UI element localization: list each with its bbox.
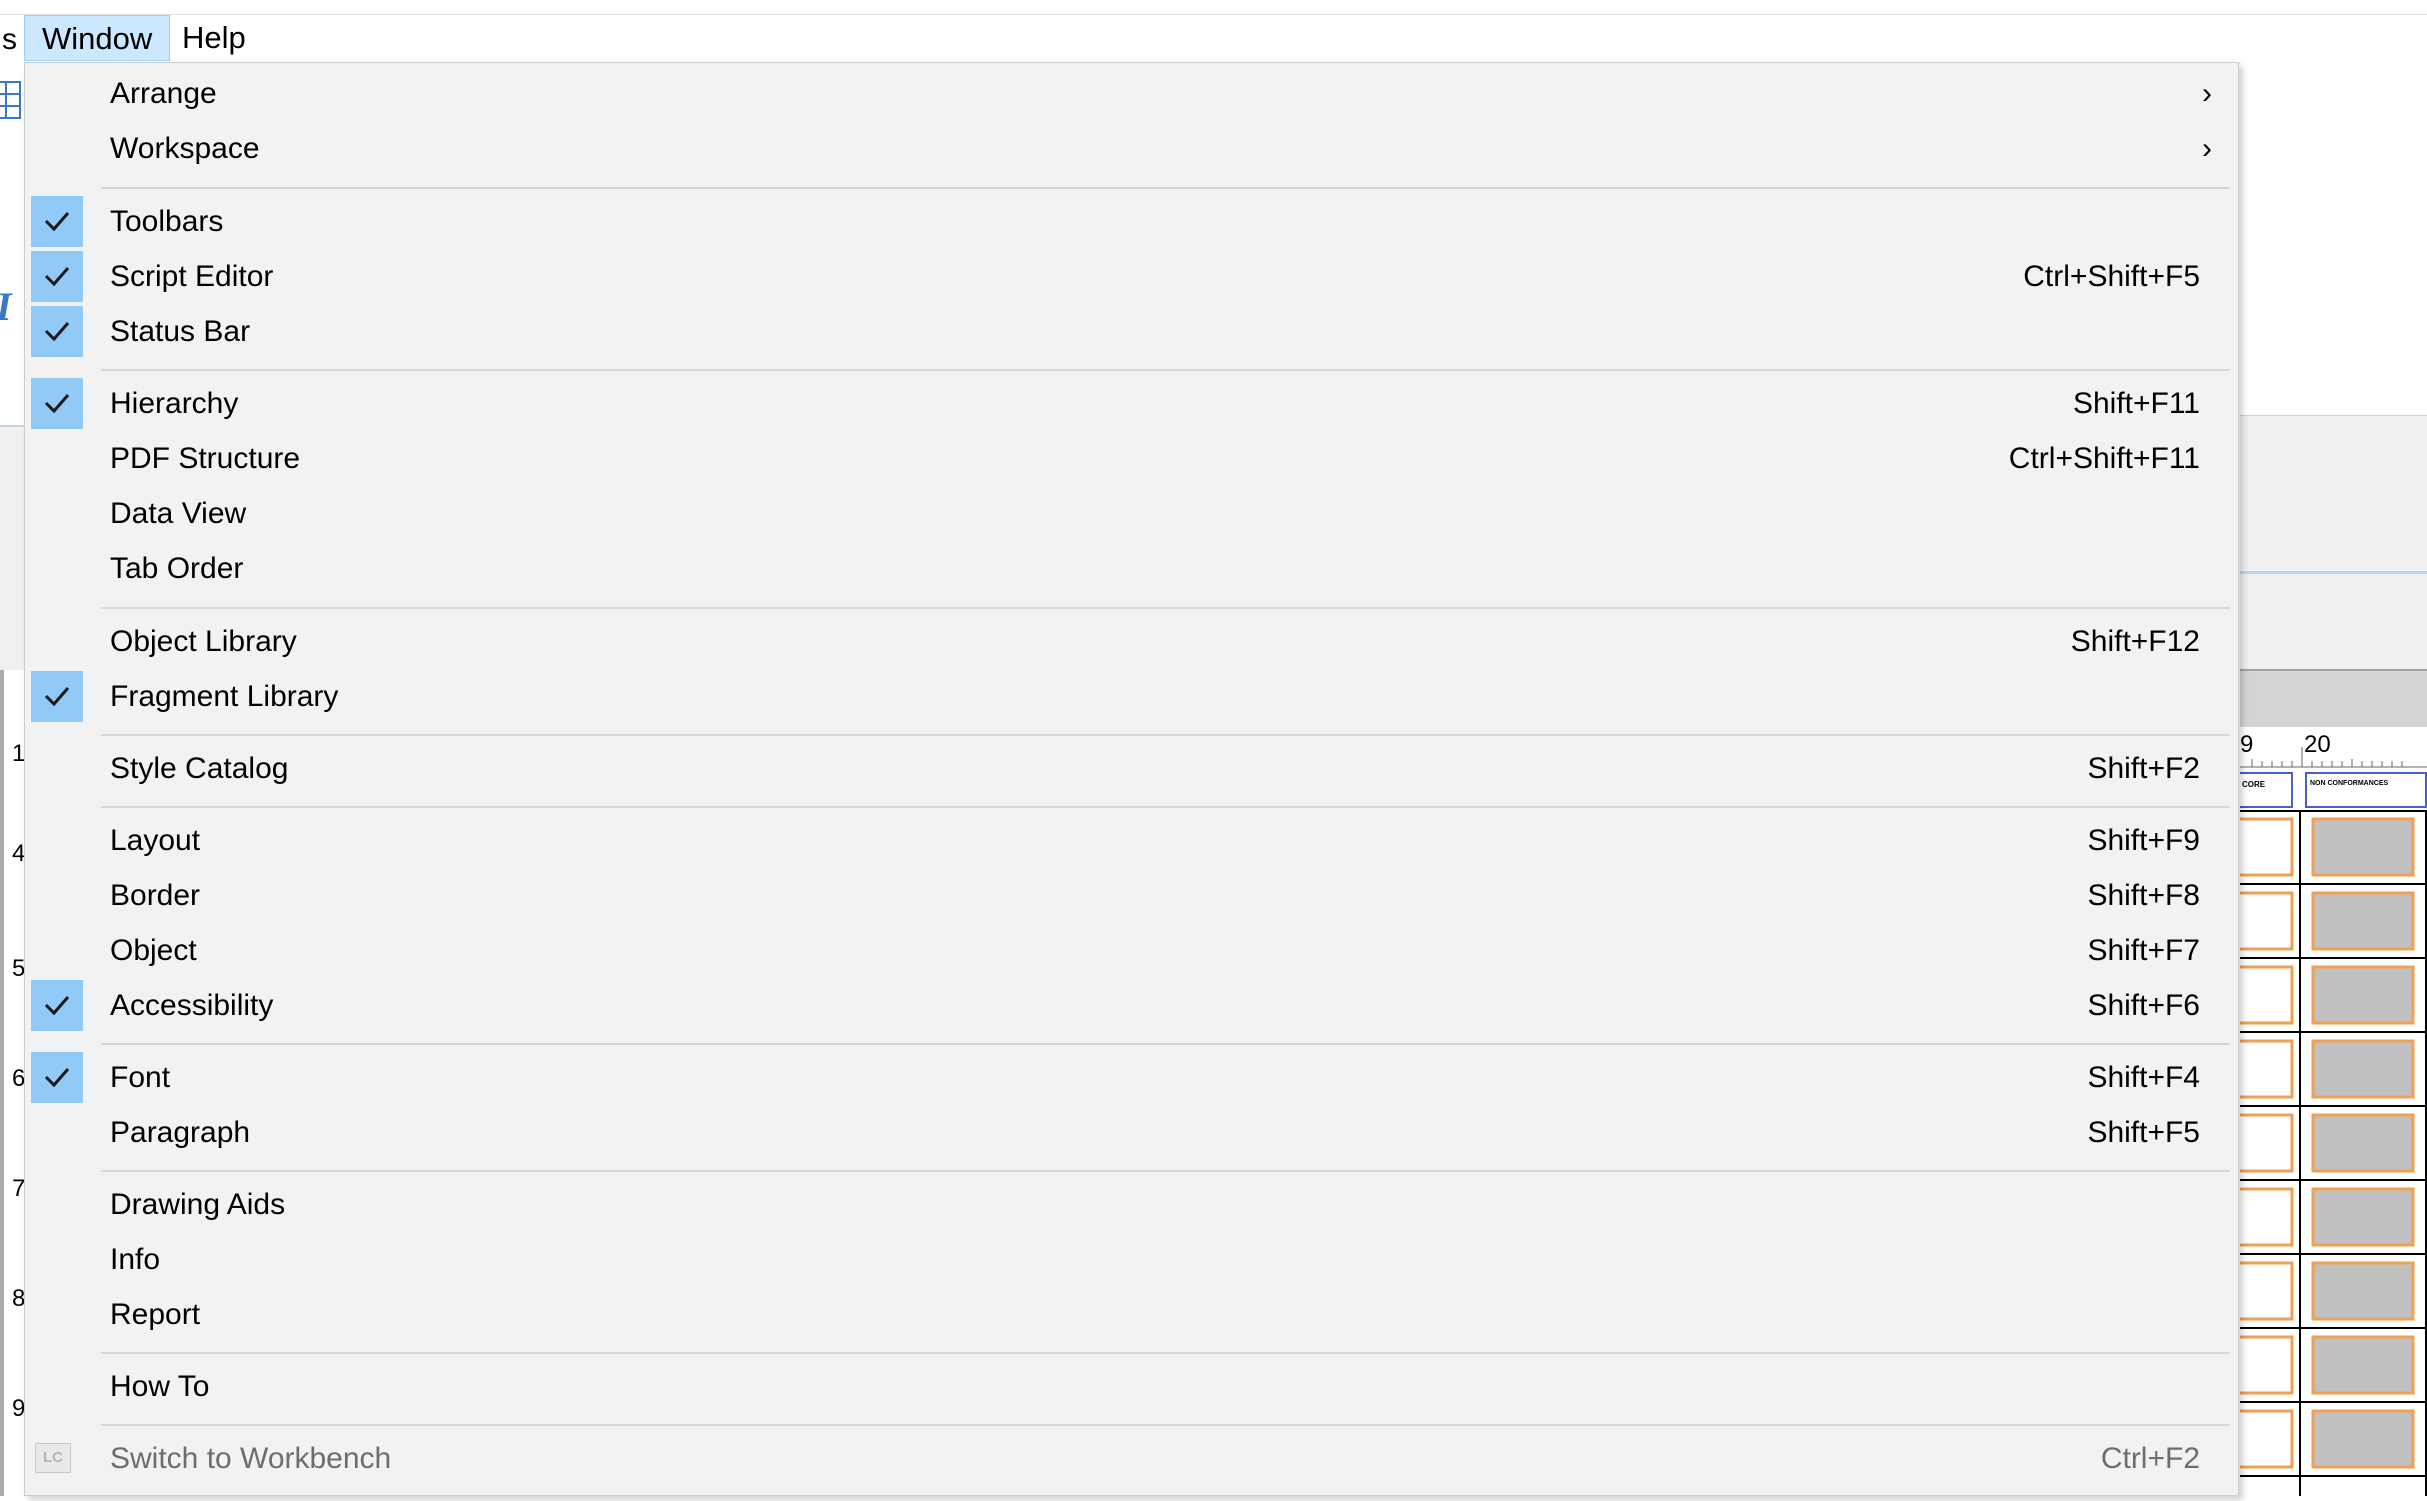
chevron-right-icon: › [2202,132,2212,165]
ruler-number: 9 [2240,731,2253,758]
menu-item-label: Workspace [110,132,260,165]
menu-item-switch-to-workbench[interactable]: LC Switch to Workbench Ctrl+F2 [25,1431,2240,1486]
menu-item-shortcut: Shift+F5 [2087,1116,2200,1149]
menu-item-how-to[interactable]: How To [25,1359,2240,1414]
checkmark-icon [31,251,83,302]
background-design-canvas: 9 20 CORE NON CONFORMANCES [2219,63,2427,1496]
checkmark-icon [31,378,83,429]
menu-separator [101,806,2230,808]
menu-separator [101,734,2230,736]
menu-item-label: Fragment Library [110,680,339,713]
menu-separator [101,1352,2230,1354]
menu-item-label: Tab Order [110,552,244,585]
menu-item-shortcut: Shift+F12 [2070,625,2200,658]
menu-item-toolbars[interactable]: Toolbars [25,194,2240,249]
chevron-right-icon: › [2202,77,2212,110]
menu-item-style-catalog[interactable]: Style Catalog Shift+F2 [25,741,2240,796]
italic-icon: I [0,288,13,328]
menu-bar: s Window Help [0,15,2427,64]
menu-item-font[interactable]: Font Shift+F4 [25,1050,2240,1105]
background-toolbar-row [0,425,24,511]
menu-item-label: Report [110,1298,201,1331]
menu-item-label: Accessibility [110,989,274,1022]
menu-item-pdf-structure[interactable]: PDF Structure Ctrl+Shift+F11 [25,431,2240,486]
menu-item-shortcut: Shift+F4 [2087,1061,2200,1094]
menu-item-label: Object Library [110,625,297,658]
menu-item-arrange[interactable]: Arrange › [25,66,2240,121]
menu-item-script-editor[interactable]: Script Editor Ctrl+Shift+F5 [25,249,2240,304]
window-menu-dropdown: Arrange › Workspace › Toolbars Script Ed… [24,62,2239,1496]
checkmark-icon [31,306,83,357]
menu-item-label: Status Bar [110,315,251,348]
menu-item-label: Data View [110,497,247,530]
menu-item-label: PDF Structure [110,442,301,475]
menu-item-partial[interactable]: s [2,23,17,57]
checkmark-icon [31,196,83,247]
background-toolbar-row [0,510,24,592]
menu-item-object-library[interactable]: Object Library Shift+F12 [25,614,2240,669]
menu-item-label: Object [110,934,197,967]
form-canvas[interactable]: 9 20 CORE NON CONFORMANCES [2219,727,2427,1496]
menu-item-shortcut: Shift+F9 [2087,824,2200,857]
menu-item-border[interactable]: Border Shift+F8 [25,868,2240,923]
menu-item-label: Info [110,1243,161,1276]
menu-item-shortcut: Ctrl+Shift+F5 [2023,260,2200,293]
menu-item-shortcut: Shift+F2 [2087,752,2200,785]
menu-item-accessibility[interactable]: Accessibility Shift+F6 [25,978,2240,1033]
menu-item-label: Style Catalog [110,752,289,785]
menu-item-shortcut: Shift+F8 [2087,879,2200,912]
background-panel [2240,63,2427,416]
menu-item-shortcut: Shift+F11 [2072,387,2200,420]
menu-help[interactable]: Help [165,15,263,61]
form-layout-graphic: 9 20 CORE NON CONFORMANCES [2219,731,2427,1496]
menu-item-label: Layout [110,824,201,857]
menu-separator [101,607,2230,609]
menu-item-info[interactable]: Info [25,1232,2240,1287]
checkmark-icon [31,1052,83,1103]
checkmark-icon [31,671,83,722]
svg-text:I: I [0,288,13,328]
menu-item-drawing-aids[interactable]: Drawing Aids [25,1177,2240,1232]
menu-item-shortcut: Ctrl+Shift+F11 [2008,442,2200,475]
canvas-tab-header [2240,669,2427,729]
menu-item-fragment-library[interactable]: Fragment Library [25,669,2240,724]
menu-item-label: Hierarchy [110,387,239,420]
menu-separator [101,1170,2230,1172]
menu-item-shortcut: Shift+F6 [2087,989,2200,1022]
menu-window[interactable]: Window [24,15,171,61]
lc-icon: LC [35,1443,71,1473]
menu-item-status-bar[interactable]: Status Bar [25,304,2240,359]
menu-item-report[interactable]: Report [25,1287,2240,1342]
menu-item-label: Switch to Workbench [110,1442,392,1475]
menu-item-workspace[interactable]: Workspace › [25,121,2240,176]
menu-item-hierarchy[interactable]: Hierarchy Shift+F11 [25,376,2240,431]
menu-separator [101,369,2230,371]
menu-item-label: Script Editor [110,260,274,293]
background-toolbar-row [0,590,24,670]
menu-separator [101,1043,2230,1045]
menu-item-shortcut: Shift+F7 [2087,934,2200,967]
menu-item-paragraph[interactable]: Paragraph Shift+F5 [25,1105,2240,1160]
menu-item-layout[interactable]: Layout Shift+F9 [25,813,2240,868]
column-header-partial: CORE [2242,780,2266,789]
menu-item-data-view[interactable]: Data View [25,486,2240,541]
menu-item-label: Toolbars [110,205,224,238]
menu-item-label: Paragraph [110,1116,251,1149]
menu-separator [101,1424,2230,1426]
menu-item-label: Arrange [110,77,217,110]
menu-item-label: Drawing Aids [110,1188,286,1221]
menu-item-shortcut: Ctrl+F2 [2100,1442,2200,1475]
menu-item-tab-order[interactable]: Tab Order [25,541,2240,596]
ruler-number: 20 [2304,731,2331,758]
menu-separator [101,187,2230,189]
menu-item-label: How To [110,1370,210,1403]
column-header: NON CONFORMANCES [2310,780,2388,787]
background-toolbar-row [2240,416,2427,574]
checkmark-icon [31,980,83,1031]
menu-item-label: Font [110,1061,171,1094]
menu-item-label: Border [110,879,201,912]
menu-item-object[interactable]: Object Shift+F7 [25,923,2240,978]
table-grid-icon [0,81,21,119]
